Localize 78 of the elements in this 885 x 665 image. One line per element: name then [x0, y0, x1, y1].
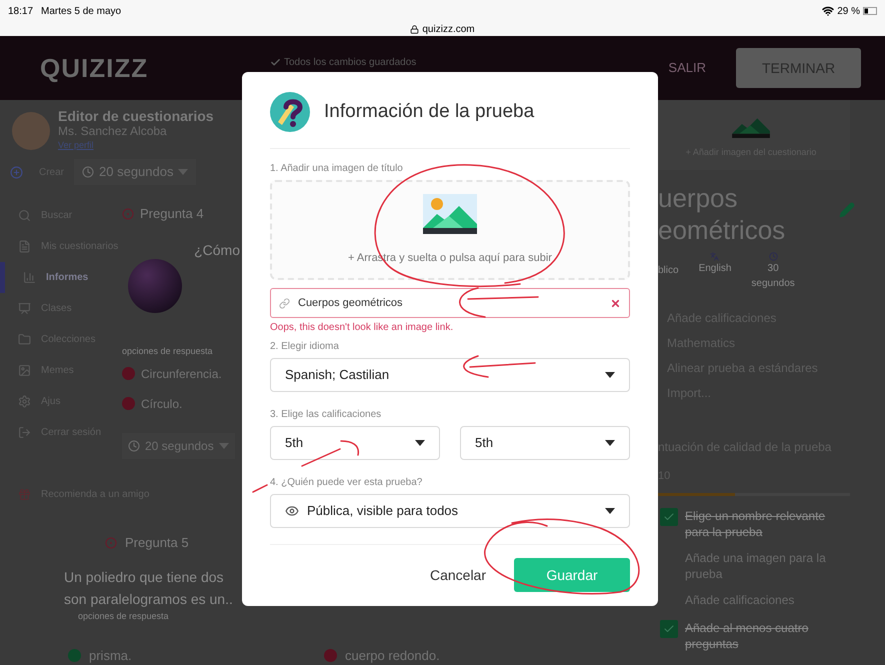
field-value: Cuerpos geométricos	[298, 296, 403, 311]
caret-icon	[178, 169, 188, 175]
select-value: Spanish; Castilian	[285, 366, 390, 384]
dropdown-select[interactable]: Pública, visible para todos	[270, 494, 630, 528]
battery-percent: 29 %	[837, 4, 860, 18]
profile-link[interactable]: Ver perfil	[58, 139, 214, 152]
clock-icon	[128, 440, 140, 452]
nav-icon	[23, 271, 36, 284]
wifi-icon	[822, 5, 834, 17]
question-label: Pregunta 4	[140, 205, 204, 224]
caret-icon	[415, 440, 425, 446]
lock-icon	[410, 25, 420, 34]
dropdown-select[interactable]: 5th	[270, 426, 440, 460]
caret-icon	[605, 440, 615, 446]
quizizz-logo: QUIZIZZ	[39, 52, 150, 84]
plus-circle-icon	[10, 166, 23, 178]
caret-icon	[605, 372, 615, 378]
nav-icon	[18, 488, 31, 501]
question-text: Un poliedro que tiene dos	[64, 568, 225, 587]
dropdown-select[interactable]: Spanish; Castilian	[270, 358, 630, 392]
clear-icon[interactable]	[610, 298, 621, 308]
clock-icon	[768, 252, 778, 261]
question-type-icon	[105, 537, 117, 549]
nav-icon	[18, 364, 31, 377]
question-label: Pregunta 5	[125, 534, 189, 552]
nav-icon	[18, 426, 31, 439]
meta-label: blico	[658, 264, 679, 278]
page-url: quizizz.com	[422, 23, 475, 37]
options-label: opciones de respuesta	[122, 345, 214, 358]
dialog-title: Información de la prueba	[324, 100, 534, 124]
answer-text: prisma.	[89, 646, 132, 665]
answer-text: cuerpo redondo.	[345, 646, 440, 665]
field-label: 4. ¿Quién puede ver esta prueba?	[270, 476, 424, 490]
battery-icon	[863, 7, 877, 15]
checklist-item: Añade al menos cuatro preguntas	[685, 620, 810, 652]
nav-icon	[18, 302, 31, 315]
field-label: 3. Elige las calificaciones	[270, 408, 382, 422]
sidebar-item[interactable]: Informes	[0, 262, 88, 293]
options-label: opciones de respuesta	[78, 610, 170, 623]
save-button[interactable]: Guardar	[514, 558, 630, 592]
eye-icon	[285, 504, 299, 518]
select-value: 5th	[285, 434, 304, 452]
cancel-button[interactable]: Cancelar	[430, 564, 486, 586]
caret-icon	[218, 442, 229, 448]
caret-icon	[605, 508, 615, 514]
language-icon	[710, 252, 720, 261]
question-text: ¿Cómo	[194, 241, 241, 260]
nav-icon	[18, 240, 31, 253]
nav-icon	[18, 333, 31, 346]
select-value: Pública, visible para todos	[307, 502, 458, 520]
meta-label: 30 segundos	[751, 262, 795, 291]
status-time: 18:17	[8, 4, 34, 18]
quiz-logo-icon	[270, 92, 310, 132]
answer-text: Circunferencia.	[141, 366, 222, 382]
nav-icon	[18, 395, 31, 408]
error-message: Oops, this doesn't look like an image link.	[270, 321, 454, 335]
field-label: 2. Elegir idioma	[270, 340, 340, 354]
exit-button[interactable]: SALIR	[668, 58, 706, 78]
field-label: 1. Añadir una imagen de título	[270, 162, 404, 176]
status-date: Martes 5 de mayo	[41, 4, 122, 18]
dropdown-select[interactable]: 5th	[460, 426, 630, 460]
link-icon	[279, 298, 290, 308]
answer-text: Círculo.	[141, 396, 182, 412]
editor-title: Editor de cuestionarios	[58, 108, 214, 124]
question-text: son paralelogramos es un..	[64, 590, 234, 609]
question-type-icon	[122, 208, 134, 220]
clock-icon	[82, 166, 94, 178]
select-value: 5th	[475, 434, 494, 452]
checklist-item: Elige un nombre relevante para la prueba	[685, 508, 826, 540]
image-icon	[423, 194, 477, 234]
save-status: Todos los cambios guardados	[284, 56, 416, 70]
image-link-field[interactable]: Cuerpos geométricos	[270, 288, 630, 318]
meta-label: English	[698, 262, 732, 276]
check-icon	[663, 622, 675, 634]
avatar	[12, 112, 50, 150]
check-icon	[663, 510, 675, 522]
check-icon	[270, 57, 281, 68]
nav-icon	[18, 209, 31, 222]
